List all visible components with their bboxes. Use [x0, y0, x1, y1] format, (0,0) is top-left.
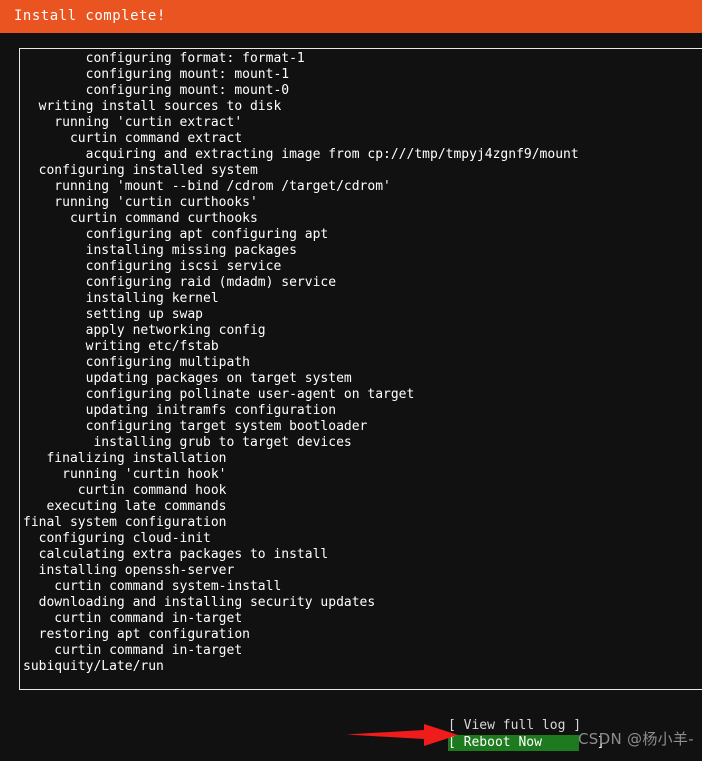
- log-line: configuring format: format-1: [23, 51, 305, 66]
- log-line: updating initramfs configuration: [23, 403, 337, 418]
- window-title-bar: Install complete!: [0, 0, 702, 33]
- log-line: installing kernel: [23, 291, 219, 306]
- log-line: configuring iscsi service: [23, 259, 282, 274]
- log-line: curtin command in-target: [23, 611, 243, 626]
- log-line: configuring mount: mount-0: [23, 83, 290, 98]
- watermark-text: CSDN @杨小羊-: [578, 730, 694, 748]
- log-line: configuring multipath: [23, 355, 250, 370]
- log-line: executing late commands: [23, 499, 227, 514]
- log-line: running 'mount --bind /cdrom /target/cdr…: [23, 179, 391, 194]
- page-title: Install complete!: [14, 8, 166, 24]
- log-line: configuring cloud-init: [23, 531, 211, 546]
- log-line: acquiring and extracting image from cp:/…: [23, 147, 579, 162]
- log-line: running 'curtin curthooks': [23, 195, 258, 210]
- log-line: writing install sources to disk: [23, 99, 282, 114]
- log-line: configuring target system bootloader: [23, 419, 368, 434]
- log-line: final system configuration: [23, 515, 227, 530]
- log-line: downloading and installing security upda…: [23, 595, 376, 610]
- log-line: calculating extra packages to install: [23, 547, 329, 562]
- log-line: curtin command extract: [23, 131, 243, 146]
- log-line: installing openssh-server: [23, 563, 235, 578]
- log-line: subiquity/Late/run: [23, 659, 164, 674]
- log-line: configuring raid (mdadm) service: [23, 275, 337, 290]
- reboot-now-button[interactable]: [ Reboot Now ]: [448, 735, 605, 751]
- log-line: curtin command curthooks: [23, 211, 258, 226]
- log-line: configuring installed system: [23, 163, 258, 178]
- log-line: configuring mount: mount-1: [23, 67, 290, 82]
- log-line: installing grub to target devices: [23, 435, 352, 450]
- log-line: updating packages on target system: [23, 371, 352, 386]
- install-log-panel: configuring format: format-1 configuring…: [19, 48, 702, 690]
- log-line: restoring apt configuration: [23, 627, 250, 642]
- log-line: finalizing installation: [23, 451, 227, 466]
- log-line: configuring pollinate user-agent on targ…: [23, 387, 415, 402]
- log-line: curtin command hook: [23, 483, 227, 498]
- log-line: curtin command system-install: [23, 579, 282, 594]
- log-line: running 'curtin hook': [23, 467, 227, 482]
- log-line: running 'curtin extract': [23, 115, 243, 130]
- log-line: apply networking config: [23, 323, 266, 338]
- log-line: writing etc/fstab: [23, 339, 219, 354]
- log-line: installing missing packages: [23, 243, 297, 258]
- log-line: setting up swap: [23, 307, 204, 322]
- view-full-log-button[interactable]: [ View full log ]: [448, 718, 581, 734]
- log-line: configuring apt configuring apt: [23, 227, 329, 242]
- install-log-lines: configuring format: format-1 configuring…: [23, 51, 702, 675]
- log-line: curtin command in-target: [23, 643, 243, 658]
